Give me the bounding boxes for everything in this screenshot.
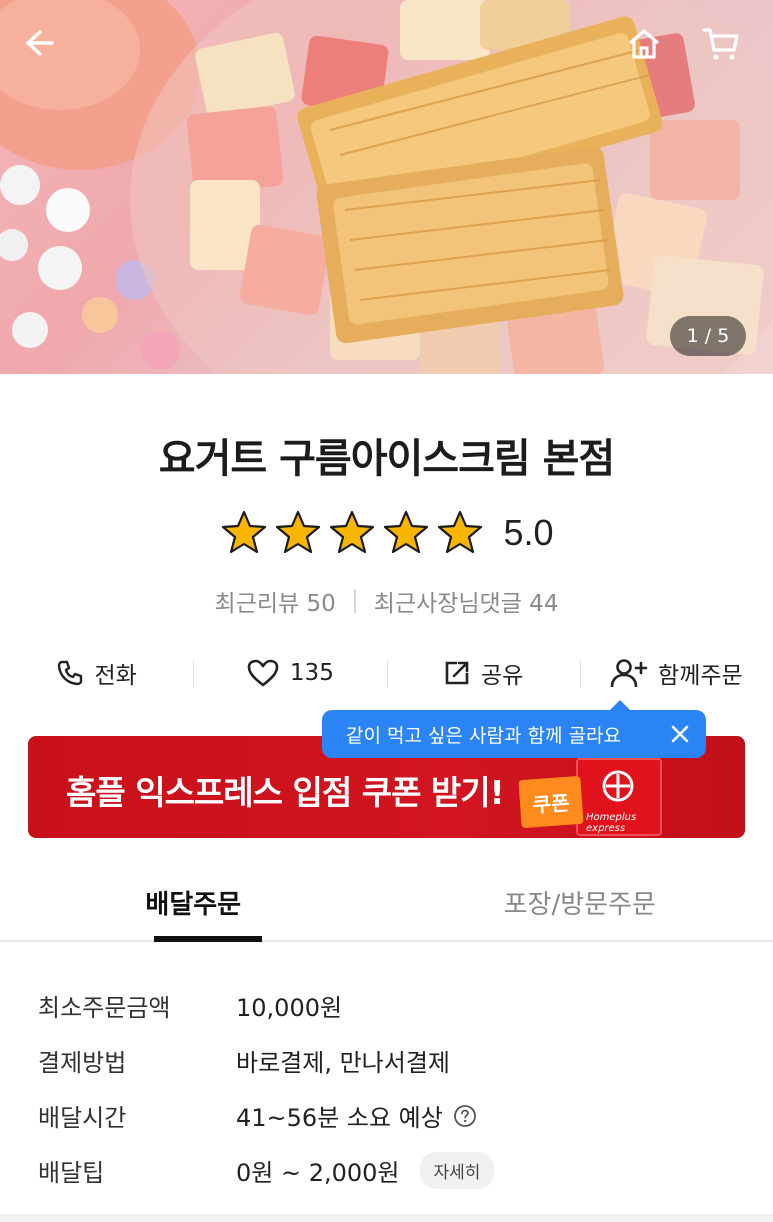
tab-delivery-label: 배달주문 [145, 890, 242, 920]
coupon-tag: 쿠폰 [518, 775, 584, 829]
info-row-time: 배달시간 41~56분 소요 예상 [38, 1088, 738, 1143]
like-count: 135 [289, 660, 334, 686]
store-name: 요거트 구름아이스크림 본점 [158, 436, 615, 482]
delivery-time-value: 41~56분 소요 예상 [236, 1104, 443, 1132]
call-button[interactable]: 전화 [0, 650, 193, 696]
share-button[interactable]: 공유 [386, 650, 580, 696]
star-icon [222, 510, 267, 554]
homeplus-brand-text: Homeplus express [586, 812, 637, 834]
star-icon [276, 510, 321, 554]
homeplus-logo-icon [602, 770, 634, 802]
close-icon[interactable] [668, 722, 692, 746]
share-icon [445, 661, 469, 685]
share-label: 공유 [480, 663, 524, 689]
info-row-min-order: 최소주문금액 10,000원 [38, 978, 738, 1033]
cart-button[interactable] [702, 26, 750, 74]
recent-reviews-link[interactable]: 최근리뷰 50 [215, 584, 336, 618]
divider [353, 589, 356, 613]
back-button[interactable] [22, 26, 70, 74]
star-icon [330, 510, 375, 554]
help-icon[interactable] [453, 1104, 477, 1128]
section-divider [0, 1214, 773, 1222]
delivery-time-value-wrap: 41~56분 소요 예상 [236, 1098, 477, 1133]
star-icon [384, 510, 429, 554]
min-order-value: 10,000원 [236, 994, 343, 1022]
rating-stars [219, 508, 485, 558]
min-order-label: 최소주문금액 [38, 994, 171, 1022]
info-row-payment: 결제방법 바로결제, 만나서결제 [38, 1033, 738, 1088]
group-order-button[interactable]: 함께주문 [579, 650, 773, 696]
tab-delivery[interactable]: 배달주문 [0, 866, 387, 940]
arrow-left-icon [26, 30, 54, 56]
active-tab-indicator [154, 936, 262, 942]
tip-detail-button[interactable]: 자세히 [419, 1152, 495, 1189]
owner-replies-link[interactable]: 최근사장님댓글 44 [374, 584, 559, 618]
payment-label: 결제방법 [38, 1049, 127, 1077]
rating-value: 5.0 [503, 512, 554, 553]
info-row-tip: 배달팁 0원 ~ 2,000원 자세히 [38, 1143, 738, 1198]
heart-icon [247, 659, 279, 687]
tooltip-text: 같이 먹고 싶은 사람과 함께 골라요 [346, 724, 621, 747]
like-button[interactable]: 135 [193, 650, 386, 696]
phone-icon [58, 660, 83, 686]
review-summary: 최근리뷰 50 최근사장님댓글 44 [0, 584, 773, 618]
add-person-icon [610, 659, 648, 688]
rating-row: 5.0 [0, 508, 773, 558]
call-label: 전화 [94, 663, 137, 689]
store-hero-image[interactable]: 1 / 5 [0, 0, 773, 374]
delivery-tip-value-wrap: 0원 ~ 2,000원 자세히 [236, 1152, 495, 1189]
delivery-tip-label: 배달팁 [38, 1159, 105, 1187]
delivery-time-label: 배달시간 [38, 1104, 127, 1132]
delivery-info: 최소주문금액 10,000원 결제방법 바로결제, 만나서결제 배달시간 41~… [38, 978, 738, 1198]
star-icon [438, 510, 483, 554]
group-order-label: 함께주문 [658, 663, 743, 689]
image-counter: 1 / 5 [670, 316, 746, 356]
group-order-tooltip: 같이 먹고 싶은 사람과 함께 골라요 [322, 700, 706, 758]
home-button[interactable] [626, 26, 674, 74]
tab-pickup-label: 포장/방문주문 [503, 890, 656, 920]
homeplus-bag-graphic: Homeplus express [576, 758, 662, 836]
cart-icon [702, 28, 739, 60]
store-actions: 전화 135 공유 함께주문 [0, 650, 773, 696]
payment-value: 바로결제, 만나서결제 [236, 1049, 450, 1077]
tab-pickup[interactable]: 포장/방문주문 [387, 866, 773, 940]
home-icon [628, 29, 660, 59]
banner-text: 홈플 익스프레스 입점 쿠폰 받기! [66, 773, 505, 812]
order-type-tabs: 배달주문 포장/방문주문 [0, 866, 773, 942]
delivery-tip-value: 0원 ~ 2,000원 [236, 1159, 400, 1187]
